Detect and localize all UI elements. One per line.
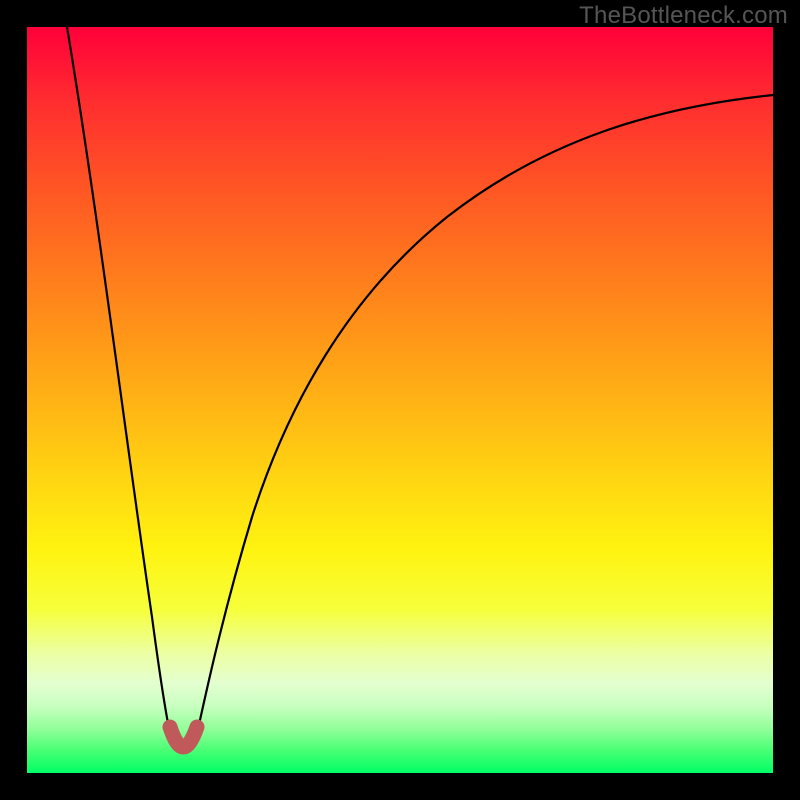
curve-right-branch: [195, 95, 773, 743]
curve-left-branch: [67, 27, 172, 743]
optimum-marker: [170, 727, 197, 747]
attribution-watermark: TheBottleneck.com: [579, 2, 788, 30]
chart-container: TheBottleneck.com: [0, 0, 800, 800]
curve-layer: [27, 27, 773, 773]
plot-area: [27, 27, 773, 773]
